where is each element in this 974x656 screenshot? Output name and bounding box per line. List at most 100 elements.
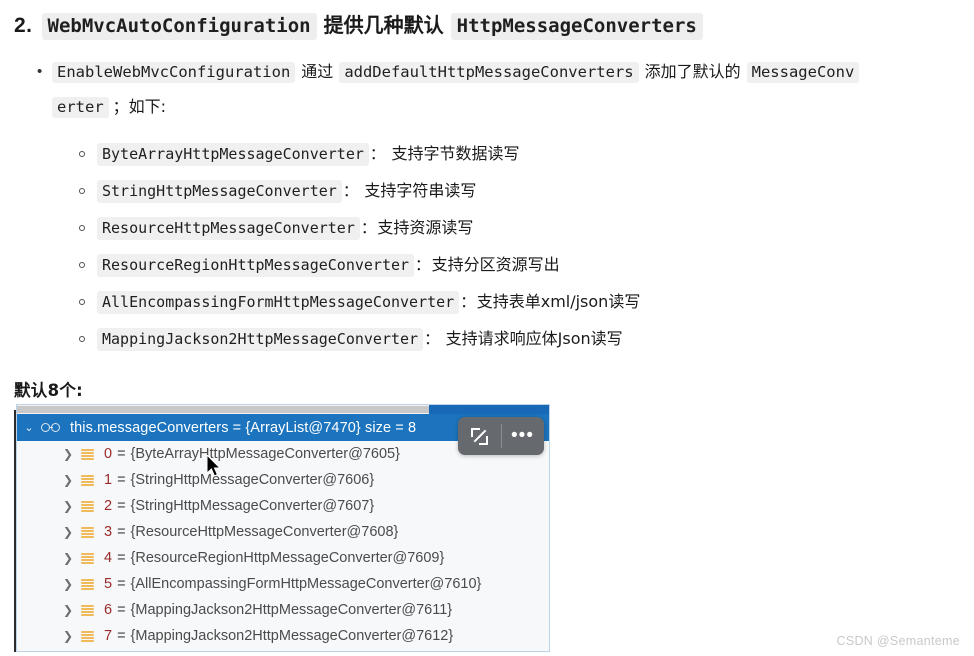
row-equals: = xyxy=(117,576,126,592)
row-index: 6 xyxy=(104,602,113,618)
array-element-icon xyxy=(81,448,94,461)
more-options-button[interactable]: ••• xyxy=(501,417,544,455)
row-index: 2 xyxy=(104,498,113,514)
article-content: 2. WebMvcAutoConfiguration 提供几种默认 HttpMess… xyxy=(0,0,974,401)
chevron-right-icon[interactable]: ❯ xyxy=(63,629,81,643)
array-element-icon xyxy=(81,604,94,617)
heading-middle-text: 提供几种默认 xyxy=(323,13,444,37)
separator: ： xyxy=(415,256,431,274)
separator: ： xyxy=(424,330,440,348)
hollow-bullet-icon xyxy=(79,262,85,268)
row-value: {MappingJackson2HttpMessageConverter@761… xyxy=(130,602,453,618)
row-value: {MappingJackson2HttpMessageConverter@761… xyxy=(130,628,454,644)
separator: ： xyxy=(369,145,386,163)
row-value: {ResourceRegionHttpMessageConverter@7609… xyxy=(130,550,445,566)
debugger-variables-panel: ⌄ this.messageConverters = {ArrayList@74… xyxy=(14,404,550,652)
debugger-panel-body: ⌄ this.messageConverters = {ArrayList@74… xyxy=(16,404,550,652)
bullet-code-1: EnableWebMvcConfiguration xyxy=(52,62,296,83)
heading-code-1: WebMvcAutoConfiguration xyxy=(41,13,317,40)
converter-name: AllEncompassingFormHttpMessageConverter xyxy=(97,291,460,314)
page-title: 2. WebMvcAutoConfiguration 提供几种默认 HttpMess… xyxy=(0,0,974,41)
row-equals: = xyxy=(117,602,126,618)
chevron-right-icon[interactable]: ❯ xyxy=(63,577,81,591)
expand-icon xyxy=(471,427,488,445)
hollow-bullet-icon xyxy=(79,225,85,231)
bullet-text-1: 通过 xyxy=(301,62,334,81)
bullet-code-3-wrap: erter xyxy=(52,97,109,118)
row-equals: = xyxy=(117,446,126,462)
converter-desc: 支持请求响应体Json读写 xyxy=(440,329,623,348)
converter-name: StringHttpMessageConverter xyxy=(97,180,342,203)
list-item: ResourceHttpMessageConverter ：支持资源读写 xyxy=(0,209,974,246)
converter-name: ResourceRegionHttpMessageConverter xyxy=(97,254,415,277)
converter-list: ByteArrayHttpMessageConverter： 支持字节数据读写 … xyxy=(0,135,974,357)
separator: ： xyxy=(342,182,359,200)
chevron-right-icon[interactable]: ❯ xyxy=(63,551,81,565)
open-in-popup-button[interactable] xyxy=(458,417,501,455)
heading-number: 2. xyxy=(14,14,33,37)
converter-desc: 支持字符串读写 xyxy=(359,181,477,200)
list-item: ByteArrayHttpMessageConverter： 支持字节数据读写 xyxy=(0,135,974,172)
chevron-right-icon[interactable]: ❯ xyxy=(63,473,81,487)
bullet-code-2: addDefaultHttpMessageConverters xyxy=(339,62,639,83)
bullet-text-2: 添加了默认的 xyxy=(644,62,741,81)
table-row[interactable]: ❯ 1 = {StringHttpMessageConverter@7606} xyxy=(17,467,549,493)
hollow-bullet-icon xyxy=(79,336,85,342)
bullet-code-3: MessageConv xyxy=(746,62,860,83)
row-value: {StringHttpMessageConverter@7606} xyxy=(130,472,375,488)
bullet-marker-icon: • xyxy=(37,63,43,80)
row-index: 7 xyxy=(104,628,113,644)
row-equals: = xyxy=(117,498,126,514)
row-value: {ResourceHttpMessageConverter@7608} xyxy=(130,524,399,540)
row-index: 0 xyxy=(104,446,113,462)
row-value: {AllEncompassingFormHttpMessageConverter… xyxy=(130,576,482,592)
watermark: CSDN @Semanteme xyxy=(836,634,960,648)
row-value: {ByteArrayHttpMessageConverter@7605} xyxy=(130,446,400,462)
array-element-icon xyxy=(81,500,94,513)
hollow-bullet-icon xyxy=(79,299,85,305)
row-equals: = xyxy=(117,524,126,540)
converter-desc: 支持分区资源写出 xyxy=(431,255,560,274)
converter-name: MappingJackson2HttpMessageConverter xyxy=(97,328,424,351)
list-item: ResourceRegionHttpMessageConverter ：支持分区资… xyxy=(0,246,974,283)
table-row[interactable]: ❯ 5 = {AllEncompassingFormHttpMessageCon… xyxy=(17,571,549,597)
row-index: 1 xyxy=(104,472,113,488)
separator: ： xyxy=(460,293,476,311)
bullet-item-primary: • EnableWebMvcConfiguration 通过 addDefaultHt… xyxy=(0,55,974,125)
table-row[interactable]: ❯ 2 = {StringHttpMessageConverter@7607} xyxy=(17,493,549,519)
chevron-right-icon[interactable]: ❯ xyxy=(63,447,81,461)
variable-children-list: ❯ 0 = {ByteArrayHttpMessageConverter@760… xyxy=(17,441,549,649)
row-index: 5 xyxy=(104,576,113,592)
converter-name: ResourceHttpMessageConverter xyxy=(97,217,360,240)
converter-desc: 支持资源读写 xyxy=(377,218,474,237)
scrollbar-thumb[interactable] xyxy=(17,406,429,413)
array-element-icon xyxy=(81,578,94,591)
chevron-right-icon[interactable]: ❯ xyxy=(63,525,81,539)
converter-desc: 支持字节数据读写 xyxy=(386,144,520,163)
array-element-icon xyxy=(81,474,94,487)
list-item: StringHttpMessageConverter： 支持字符串读写 xyxy=(0,172,974,209)
table-row[interactable]: ❯ 6 = {MappingJackson2HttpMessageConvert… xyxy=(17,597,549,623)
separator: ： xyxy=(360,219,377,237)
array-element-icon xyxy=(81,630,94,643)
converter-name: ByteArrayHttpMessageConverter xyxy=(97,143,369,166)
heading-text: WebMvcAutoConfiguration 提供几种默认 HttpMessage… xyxy=(41,10,703,41)
toolbar-divider xyxy=(501,424,502,448)
table-row[interactable]: ❯ 4 = {ResourceRegionHttpMessageConverte… xyxy=(17,545,549,571)
row-index: 3 xyxy=(104,524,113,540)
chevron-down-icon[interactable]: ⌄ xyxy=(17,421,41,434)
hollow-bullet-icon xyxy=(79,151,85,157)
ellipsis-icon: ••• xyxy=(511,425,534,446)
table-row[interactable]: ❯ 3 = {ResourceHttpMessageConverter@7608… xyxy=(17,519,549,545)
table-row[interactable]: ❯ 7 = {MappingJackson2HttpMessageConvert… xyxy=(17,623,549,649)
row-equals: = xyxy=(117,628,126,644)
row-value: {StringHttpMessageConverter@7607} xyxy=(130,498,375,514)
horizontal-scrollbar[interactable] xyxy=(17,405,549,414)
default-count-note: 默认8个: xyxy=(14,381,84,400)
chevron-right-icon[interactable]: ❯ xyxy=(63,603,81,617)
scrollbar-track-highlight[interactable] xyxy=(429,405,549,414)
hollow-bullet-icon xyxy=(79,188,85,194)
chevron-right-icon[interactable]: ❯ xyxy=(63,499,81,513)
heading-code-2: HttpMessageConverters xyxy=(450,13,703,40)
list-item: MappingJackson2HttpMessageConverter： 支持请… xyxy=(0,320,974,357)
